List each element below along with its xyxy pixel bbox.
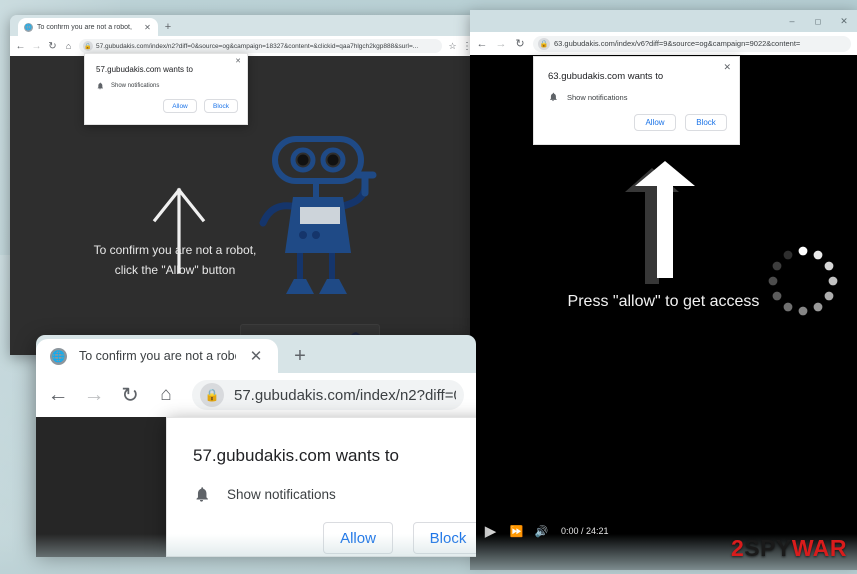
right-window-permission-subtitle: Show notifications	[567, 92, 628, 102]
front-window-tab-title: To confirm you are not a robot, c	[79, 349, 236, 363]
front-window-toolbar: ← → ↻ ⌂ 🔒 57.gubudakis.com/index/n2?diff…	[36, 373, 476, 417]
arrow-right-icon[interactable]: →	[495, 38, 507, 50]
minimize-icon[interactable]: –	[779, 10, 805, 32]
arrow-left-icon[interactable]: ←	[476, 38, 488, 50]
close-icon[interactable]: ✕	[831, 10, 857, 32]
arrow-up-bold-icon	[625, 161, 695, 284]
globe-icon: 🌐	[50, 347, 67, 365]
back-window-tabstrip: 🌐 To confirm you are not a robot, ✕ +	[10, 15, 476, 36]
screenshot-root: 🌐 To confirm you are not a robot, ✕ + ← …	[0, 0, 857, 574]
back-window-url: 57.gubudakis.com/index/n2?diff=0&source=…	[96, 42, 419, 50]
star-icon[interactable]: ☆	[447, 41, 458, 52]
back-window-permission-subtitle: Show notifications	[111, 83, 160, 89]
maximize-icon[interactable]: ◻	[805, 10, 831, 32]
front-browser-window[interactable]: 🌐 To confirm you are not a robot, c ✕ + …	[36, 335, 476, 557]
watermark-part-1: 2	[731, 535, 745, 561]
home-icon[interactable]: ⌂	[156, 384, 176, 406]
right-window-titlebar: – ◻ ✕	[470, 10, 857, 32]
right-window-permission-title: 63.gubudakis.com wants to	[548, 71, 664, 82]
right-window-block-button[interactable]: Block	[685, 114, 727, 131]
close-icon[interactable]: ✕	[248, 347, 264, 365]
right-browser-window[interactable]: – ◻ ✕ ← → ↻ 🔒 63.gubudakis.com/index/v6?…	[470, 10, 857, 570]
lock-icon: 🔒	[83, 41, 93, 51]
back-window-permission-popup[interactable]: ✕ 57.gubudakis.com wants to Show notific…	[84, 53, 248, 125]
bell-icon	[196, 487, 208, 502]
close-icon[interactable]: ✕	[235, 58, 241, 65]
spyware-watermark: 2 SPY WAR	[731, 535, 847, 562]
back-window-tab[interactable]: 🌐 To confirm you are not a robot, ✕	[18, 18, 158, 36]
close-icon[interactable]: ✕	[723, 63, 731, 72]
right-window-allow-button[interactable]: Allow	[634, 114, 676, 131]
right-window-toolbar: ← → ↻ 🔒 63.gubudakis.com/index/v6?diff=9…	[470, 32, 857, 55]
right-window-permission-popup[interactable]: ✕ 63.gubudakis.com wants to Show notific…	[533, 56, 740, 145]
front-window-tabstrip: 🌐 To confirm you are not a robot, c ✕ +	[36, 335, 476, 373]
back-window-omnibox[interactable]: 🔒 57.gubudakis.com/index/n2?diff=0&sourc…	[79, 39, 442, 53]
back-browser-window[interactable]: 🌐 To confirm you are not a robot, ✕ + ← …	[10, 15, 476, 355]
home-icon[interactable]: ⌂	[63, 41, 74, 51]
front-window-permission-title: 57.gubudakis.com wants to	[193, 446, 400, 465]
front-window-tab[interactable]: 🌐 To confirm you are not a robot, c ✕	[36, 339, 278, 373]
plus-icon[interactable]: +	[278, 339, 322, 373]
reload-icon[interactable]: ↻	[47, 41, 58, 52]
front-window-permission-subtitle: Show notifications	[227, 487, 336, 502]
globe-icon: 🌐	[24, 22, 33, 32]
bell-icon	[97, 82, 103, 90]
arrow-right-icon[interactable]: →	[31, 41, 42, 52]
arrow-right-icon[interactable]: →	[84, 383, 105, 407]
back-window-block-button[interactable]: Block	[204, 99, 238, 113]
reload-icon[interactable]: ↻	[120, 383, 140, 408]
right-window-headline: Press "allow" to get access	[567, 293, 760, 310]
plus-icon[interactable]: +	[158, 18, 178, 36]
right-window-omnibox[interactable]: 🔒 63.gubudakis.com/index/v6?diff=9&sourc…	[533, 35, 851, 52]
reload-icon[interactable]: ↻	[514, 37, 526, 50]
arrow-left-icon[interactable]: ←	[48, 383, 69, 407]
lock-icon: 🔒	[538, 37, 550, 50]
arrow-left-icon[interactable]: ←	[15, 41, 26, 52]
right-window-url: 63.gubudakis.com/index/v6?diff=9&source=…	[554, 39, 801, 48]
robot-illustration	[259, 136, 377, 294]
back-window-allow-button[interactable]: Allow	[163, 99, 197, 113]
back-window-permission-title: 57.gubudakis.com wants to	[96, 65, 193, 74]
bell-icon	[550, 92, 557, 102]
close-icon[interactable]: ✕	[143, 23, 152, 32]
watermark-part-2: SPY	[744, 535, 792, 561]
front-window-omnibox[interactable]: 🔒 57.gubudakis.com/index/n2?diff=0&sourc	[192, 380, 464, 410]
lock-icon: 🔒	[200, 383, 224, 407]
front-window-url: 57.gubudakis.com/index/n2?diff=0&sourc	[234, 386, 456, 404]
watermark-part-3: WAR	[791, 535, 847, 561]
desktop-background-shade-bottom	[0, 534, 857, 574]
back-window-tab-title: To confirm you are not a robot,	[37, 23, 132, 31]
